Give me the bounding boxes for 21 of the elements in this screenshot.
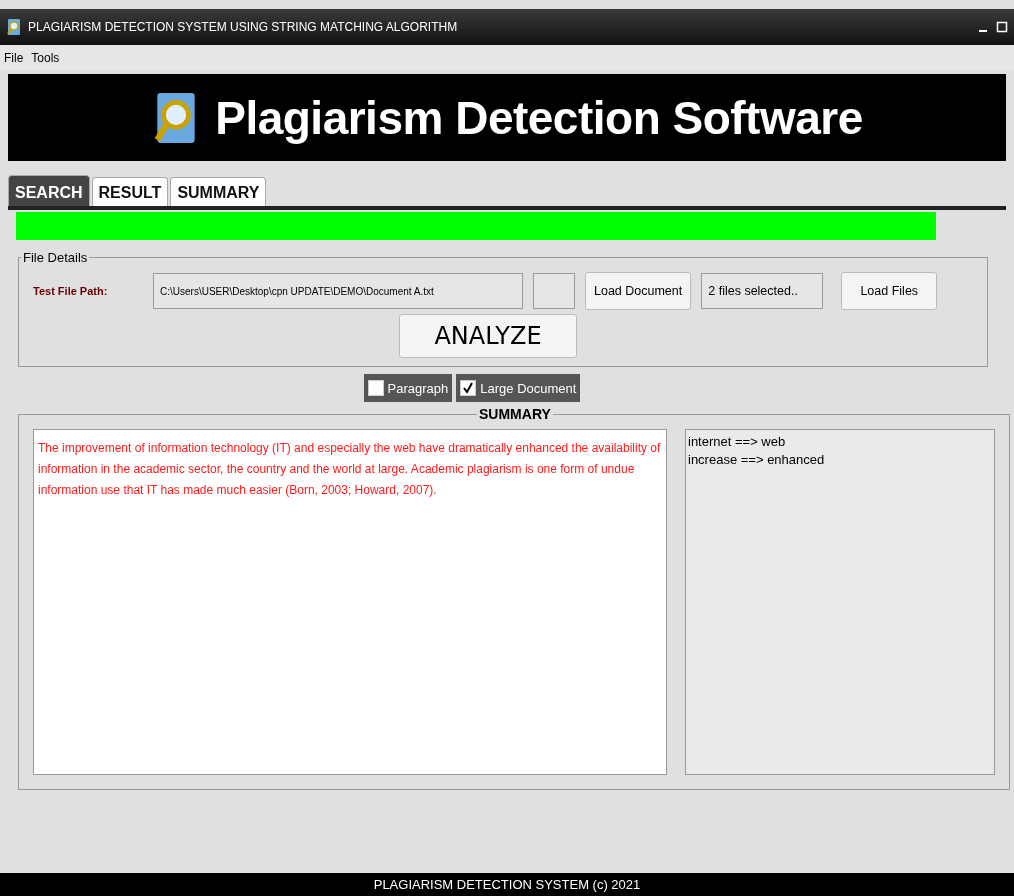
files-field[interactable]: 2 files selected..: [701, 273, 824, 309]
summary-text: The improvement of information technology (IT) and especially the web have dramatically enhanced the availability of information in the academic sector, the country and the world at large. Academic plagiarism is one form of undue information use that IT has made much easier (Born, 2003; Howard, 2007).: [33, 429, 667, 775]
checkbox[interactable]: Paragraph: [363, 374, 453, 402]
menu-item[interactable]: File: [4, 51, 24, 65]
window-title: PLAGIARISM DETECTION SYSTEM USING STRING MATCHING ALGORITHM: [28, 20, 459, 34]
menu-item[interactable]: Tools: [31, 51, 60, 65]
status-bar: PLAGIARISM DETECTION SYSTEM (c) 2021: [0, 873, 1014, 896]
panel-legend: File Details: [21, 250, 90, 265]
list-item: increase ==> enhanced: [688, 452, 826, 467]
tab[interactable]: SEARCH: [8, 175, 90, 206]
banner-title: Plagiarism Detection Software: [215, 90, 863, 145]
analyze-button[interactable]: ANALYZE: [399, 314, 577, 358]
field-label: Test File Path:: [33, 285, 109, 297]
checkbox[interactable]: Large Document: [456, 374, 581, 402]
panel-legend: SUMMARY: [477, 406, 553, 422]
tab[interactable]: SUMMARY: [170, 177, 267, 206]
path-field[interactable]: C:\Users\USER\Desktop\cpn UPDATE\DEMO\Document A.txt: [153, 273, 523, 309]
list-item: internet ==> web: [688, 434, 787, 449]
load-document-button[interactable]: Load Document: [585, 272, 692, 310]
load-files-button[interactable]: Load Files: [841, 272, 938, 310]
tab[interactable]: RESULT: [91, 177, 169, 206]
